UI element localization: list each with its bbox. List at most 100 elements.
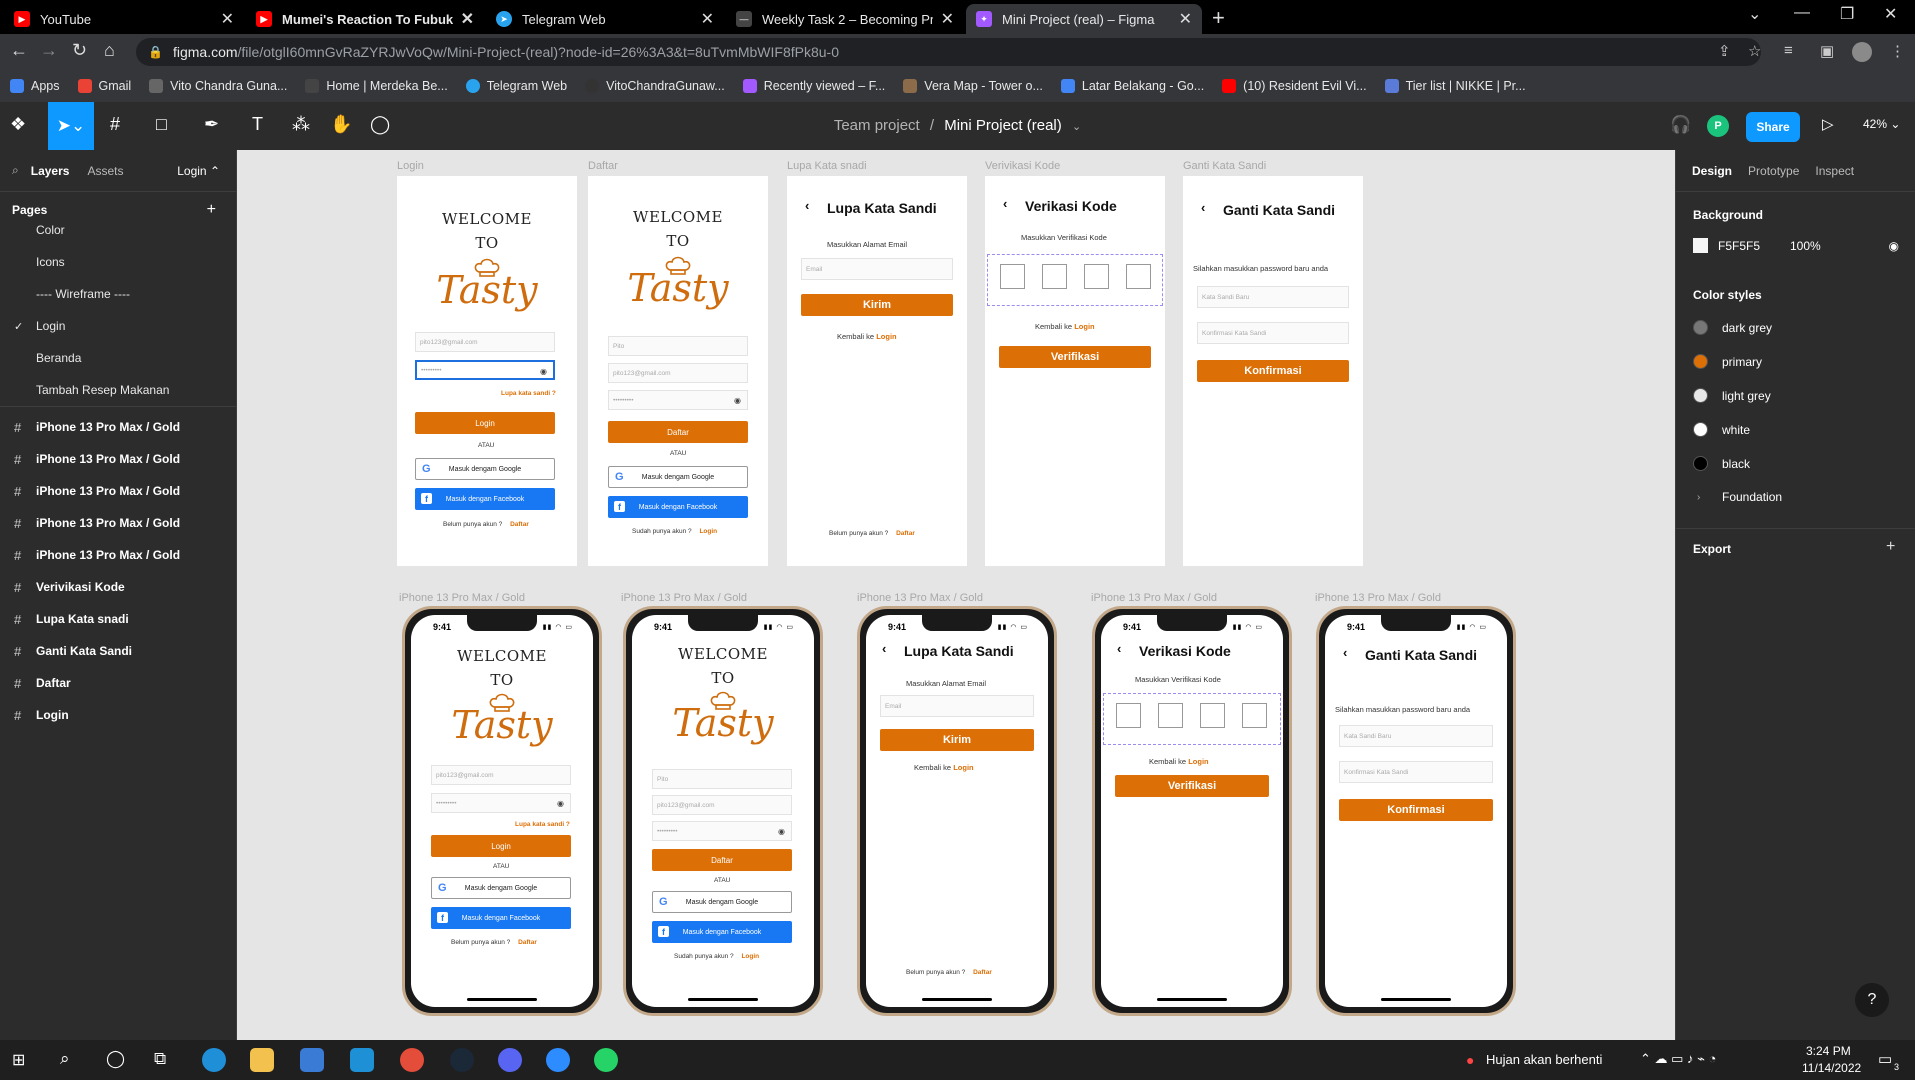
send-button[interactable]: Kirim [801,294,953,316]
email-field[interactable]: pito123@gmail.com [415,332,555,352]
layer-item[interactable]: # iPhone 13 Pro Max / Gold [0,539,236,571]
close-icon[interactable]: ✕ [1179,9,1192,29]
confirm-button[interactable]: Konfirmasi [1197,360,1349,382]
page-item-login[interactable]: ✓ Login [0,310,236,342]
windows-start-icon[interactable]: ⊞ [12,1050,25,1070]
phone-label[interactable]: iPhone 13 Pro Max / Gold [399,592,525,604]
register-button[interactable]: Daftar [652,849,792,871]
frame-label-ganti[interactable]: Ganti Kata Sandi [1183,160,1266,172]
help-button[interactable]: ? [1855,983,1889,1017]
task-view-icon[interactable]: ⧉ [154,1049,166,1069]
background-swatch[interactable] [1693,238,1708,253]
code-digit-input[interactable] [1158,703,1183,728]
zoom-icon[interactable] [546,1048,570,1072]
phone-lupa-kata-sandi[interactable]: 9:41 ▮▮ ◠ ▭ ‹ Lupa Kata Sandi Masukkan A… [857,606,1057,1016]
color-style-item[interactable]: dark grey [1693,320,1772,335]
background-fill-row[interactable]: F5F5F5 100% ◉ [1693,238,1899,253]
reading-list-icon[interactable]: ≡ [1784,42,1793,59]
bookmark-github[interactable]: VitoChandraGunaw... [585,79,725,93]
close-window-icon[interactable]: ✕ [1884,4,1897,24]
google-login-button[interactable]: G Masuk dengam Google [431,877,571,899]
tab-figma[interactable]: ✦ Mini Project (real) – Figma ✕ [966,4,1202,34]
bookmark-merdeka[interactable]: Home | Merdeka Be... [305,79,448,93]
share-page-icon[interactable]: ⇪ [1718,42,1731,60]
bookmark-apps[interactable]: Apps [10,79,60,93]
l-app-icon[interactable] [350,1048,374,1072]
verify-button[interactable]: Verifikasi [1115,775,1269,797]
code-digit-input[interactable] [1042,264,1067,289]
frame-label-daftar[interactable]: Daftar [588,160,618,172]
frame-label-login[interactable]: Login [397,160,424,172]
phone-ganti-kata-sandi[interactable]: 9:41 ▮▮ ◠ ▭ ‹ Ganti Kata Sandi Silahkan … [1316,606,1516,1016]
email-field[interactable]: pito123@gmail.com [431,765,571,785]
frame-login[interactable]: WELCOME TO Tasty pito123@gmail.com •••••… [397,176,577,566]
layer-item[interactable]: # iPhone 13 Pro Max / Gold [0,411,236,443]
tab-telegram[interactable]: ➤ Telegram Web ✕ [486,4,724,34]
google-login-button[interactable]: G Masuk dengam Google [608,466,748,488]
frame-label-verif[interactable]: Verivikasi Kode [985,160,1060,172]
zoom-dropdown[interactable]: 42% ⌄ [1863,117,1900,131]
bookmark-figma-recent[interactable]: Recently viewed – F... [742,79,885,93]
forward-icon[interactable]: → [40,40,58,61]
bookmark-nikke[interactable]: Tier list | NIKKE | Pr... [1384,79,1526,93]
cortana-icon[interactable]: ◯ [106,1049,125,1069]
back-arrow-icon[interactable]: ‹ [1003,196,1007,211]
foundation-group[interactable]: › Foundation [1693,490,1782,504]
eye-icon[interactable]: ◉ [734,396,741,405]
new-password-field[interactable]: Kata Sandi Baru [1197,286,1349,308]
name-field[interactable]: Pito [608,336,748,356]
confirm-password-field[interactable]: Konfirmasi Kata Sandi [1197,322,1349,344]
restore-icon[interactable]: ❐ [1840,4,1854,24]
page-item-wireframe[interactable]: ---- Wireframe ---- [0,278,236,310]
url-input[interactable]: 🔒 figma.com/file/otglI60mnGvRaZYRJwVoQw/… [136,38,1761,66]
facebook-login-button[interactable]: f Masuk dengan Facebook [652,921,792,943]
back-arrow-icon[interactable]: ‹ [1201,200,1205,215]
email-field[interactable]: Email [801,258,953,280]
code-digit-input[interactable] [1000,264,1025,289]
layer-item[interactable]: # Verivikasi Kode [0,571,236,603]
back-arrow-icon[interactable]: ‹ [882,641,886,656]
login-link[interactable]: Login [1188,757,1208,766]
discord-icon[interactable] [498,1048,522,1072]
system-tray-icons[interactable]: ⌃ ☁ ▭ ♪ ⌁ ◔ [1640,1051,1716,1067]
background-hex[interactable]: F5F5F5 [1718,239,1790,253]
bookmark-resident-evil[interactable]: (10) Resident Evil Vi... [1222,79,1367,93]
tab-assets[interactable]: Assets [87,164,123,178]
password-field[interactable]: ••••••••• ◉ [415,360,555,380]
facebook-login-button[interactable]: f Masuk dengan Facebook [431,907,571,929]
back-icon[interactable]: ← [10,40,28,61]
mail-icon[interactable] [300,1048,324,1072]
tab-mumei[interactable]: ▶ Mumei's Reaction To Fubuki Si ✕ [246,4,484,34]
facebook-login-button[interactable]: f Masuk dengan Facebook [608,496,748,518]
register-link[interactable]: Daftar [973,969,992,976]
audio-headphones-icon[interactable]: 🎧 [1670,115,1691,135]
register-button[interactable]: Daftar [608,421,748,443]
present-play-icon[interactable]: ▷ [1822,115,1834,133]
phone-daftar[interactable]: 9:41 ▮▮ ◠ ▭ WELCOME TO Tasty Pito pito12… [623,606,823,1016]
tab-youtube[interactable]: ▶ YouTube ✕ [4,4,244,34]
user-avatar[interactable]: P [1707,115,1729,137]
name-field[interactable]: Pito [652,769,792,789]
bookmark-latar-belakang[interactable]: Latar Belakang - Go... [1060,79,1204,93]
bookmark-telegram[interactable]: Telegram Web [465,79,567,93]
register-link[interactable]: Daftar [518,939,537,946]
minimize-icon[interactable]: — [1794,4,1810,22]
back-arrow-icon[interactable]: ‹ [1117,641,1121,656]
eye-icon[interactable]: ◉ [778,827,785,836]
login-button[interactable]: Login [431,835,571,857]
page-dropdown[interactable]: Login ⌃ [177,164,220,178]
email-field[interactable]: Email [880,695,1034,717]
home-icon[interactable]: ⌂ [104,40,115,61]
google-login-button[interactable]: G Masuk dengam Google [415,458,555,480]
background-opacity[interactable]: 100% [1790,239,1821,253]
steam-icon[interactable] [450,1048,474,1072]
eye-icon[interactable]: ◉ [1889,239,1899,253]
close-icon[interactable]: ✕ [701,9,714,29]
sidebar-icon[interactable]: ▣ [1820,42,1834,60]
edge-icon[interactable] [202,1048,226,1072]
bookmark-gmail[interactable]: Gmail [77,79,131,93]
notification-icon[interactable]: ▭ [1878,1050,1892,1068]
frame-ganti-kata-sandi[interactable]: ‹ Ganti Kata Sandi Silahkan masukkan pas… [1183,176,1363,566]
page-item-color[interactable]: Color [0,214,236,246]
phone-label[interactable]: iPhone 13 Pro Max / Gold [857,592,983,604]
